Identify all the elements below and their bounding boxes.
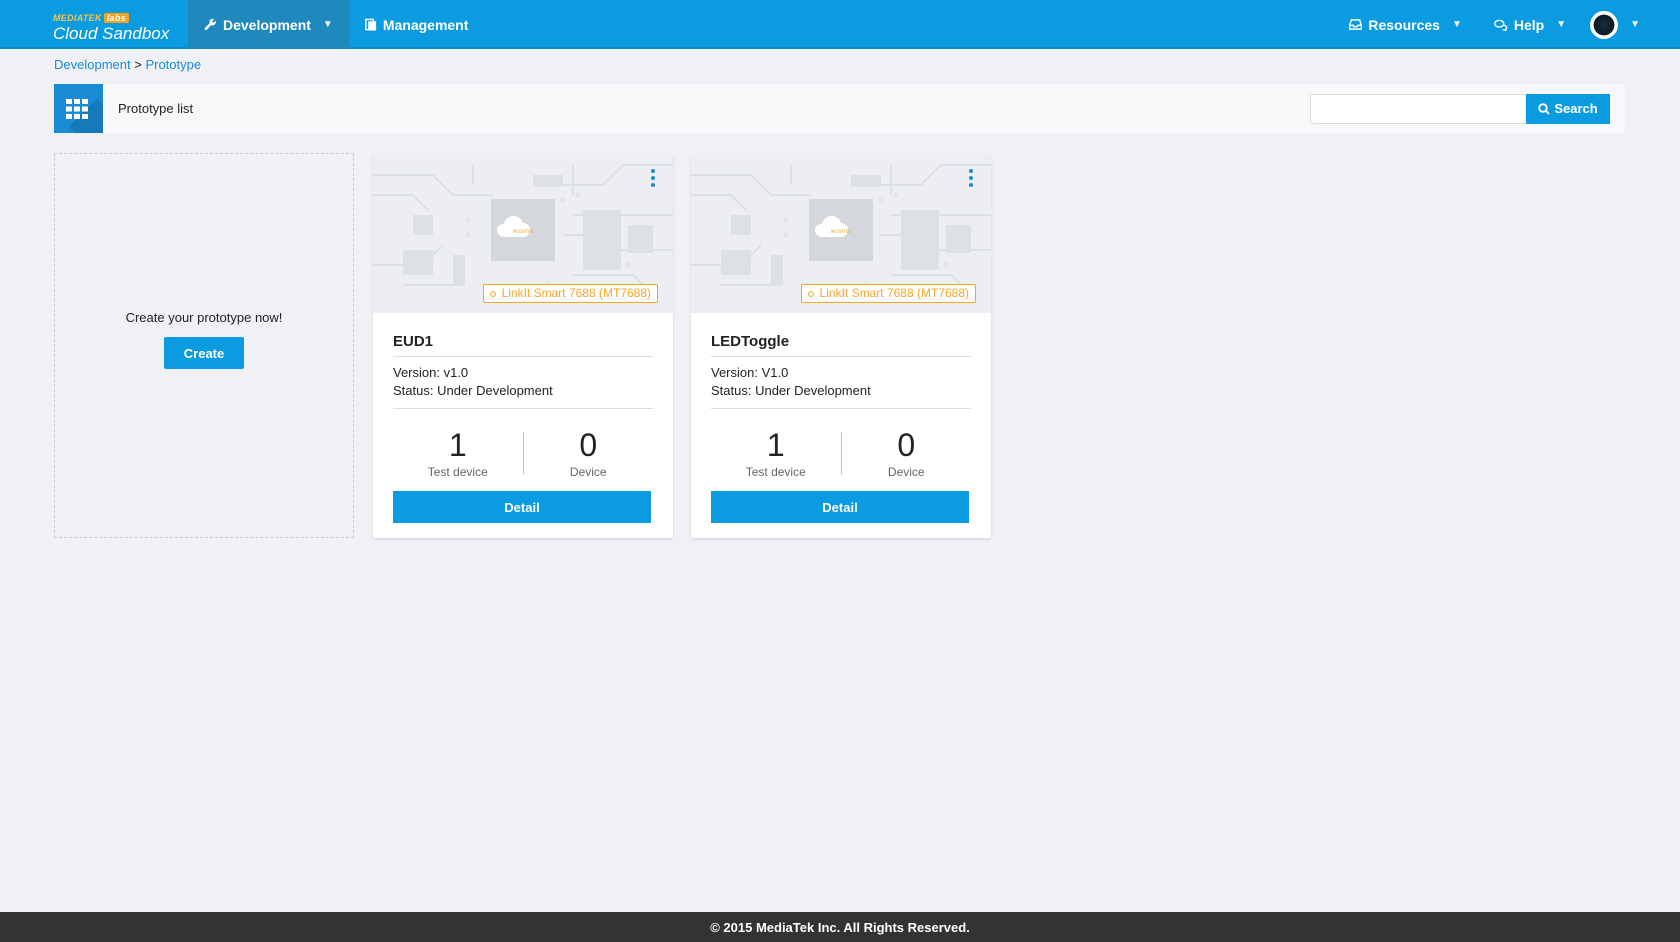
nav-management[interactable]: Management: [349, 0, 485, 49]
breadcrumb: Development > Prototype: [54, 57, 201, 72]
caret-down-icon: ▼: [1630, 19, 1640, 30]
page-title: Prototype list: [118, 101, 194, 116]
nav-resources[interactable]: Resources ▼: [1333, 0, 1478, 49]
prototype-status: Status: Under Development: [393, 383, 553, 398]
detail-button[interactable]: Detail: [393, 491, 651, 523]
clipboard-icon: [365, 18, 376, 31]
device-stat: 0 Device: [524, 427, 654, 479]
card-options-menu[interactable]: [969, 169, 973, 187]
breadcrumb-separator: >: [134, 57, 142, 72]
prototype-list-header: Prototype list Search: [54, 84, 1625, 133]
logo-labs-badge: labs: [103, 12, 129, 23]
breadcrumb-prototype[interactable]: Prototype: [145, 57, 201, 72]
search-button-label: Search: [1554, 101, 1598, 116]
search-icon: [1538, 102, 1551, 115]
top-navbar: MEDIATEK labs Cloud Sandbox Development …: [0, 0, 1680, 49]
test-device-stat: 1 Test device: [711, 427, 841, 479]
search-button[interactable]: Search: [1526, 93, 1610, 124]
caret-down-icon: ▼: [322, 19, 333, 30]
test-device-count: 1: [766, 427, 785, 463]
test-device-stat: 1 Test device: [393, 427, 523, 479]
search-input[interactable]: [1310, 93, 1526, 124]
logo-brand-main: Cloud Sandbox: [53, 24, 170, 43]
user-avatar[interactable]: [1590, 10, 1619, 39]
nav-help-label: Help: [1513, 16, 1545, 33]
device-label: Device: [887, 465, 925, 479]
cloud-sandbox-logo[interactable]: MEDIATEK labs Cloud Sandbox: [0, 0, 188, 49]
inbox-icon: [1349, 19, 1363, 30]
board-type-tag: LinkIt Smart 7688 (MT7688): [482, 284, 658, 303]
caret-down-icon: ▼: [1451, 19, 1462, 30]
prototype-card: MEDIATEK LinkIt Smart 7688 (MT7688) EUD1…: [373, 155, 673, 538]
user-menu[interactable]: ▼: [1582, 0, 1680, 49]
nav-management-label: Management: [382, 16, 469, 33]
card-options-menu[interactable]: [651, 169, 655, 187]
chat-bubbles-icon: [1493, 19, 1508, 31]
grid-icon: [54, 84, 103, 133]
device-count: 0: [579, 427, 598, 463]
board-image: MEDIATEK LinkIt Smart 7688 (MT7688): [691, 155, 991, 313]
board-image: MEDIATEK LinkIt Smart 7688 (MT7688): [373, 155, 673, 313]
nav-development[interactable]: Development ▼: [188, 0, 349, 49]
breadcrumb-development[interactable]: Development: [54, 57, 131, 72]
footer: © 2015 MediaTek Inc. All Rights Reserved…: [0, 912, 1680, 942]
nav-resources-label: Resources: [1368, 16, 1440, 33]
device-label: Device: [569, 465, 607, 479]
copyright-text: © 2015 MediaTek Inc. All Rights Reserved…: [710, 919, 970, 935]
create-button[interactable]: Create: [164, 337, 244, 369]
device-stat: 0 Device: [842, 427, 972, 479]
prototype-name: EUD1: [393, 313, 653, 357]
nav-development-label: Development: [223, 16, 311, 33]
svg-text:MEDIATEK: MEDIATEK: [831, 229, 852, 234]
nav-help[interactable]: Help ▼: [1478, 0, 1582, 49]
prototype-version: Version: V1.0: [711, 365, 789, 380]
logo-brand-top: MEDIATEK: [53, 12, 102, 23]
prototype-status: Status: Under Development: [711, 383, 871, 398]
detail-button[interactable]: Detail: [711, 491, 969, 523]
test-device-label: Test device: [427, 465, 488, 479]
prototype-version: Version: v1.0: [393, 365, 469, 380]
svg-text:MEDIATEK: MEDIATEK: [513, 229, 534, 234]
test-device-count: 1: [448, 427, 467, 463]
prototype-name: LEDToggle: [711, 313, 971, 357]
create-prototype-card: Create your prototype now! Create: [54, 153, 354, 538]
wrench-icon: [204, 18, 216, 31]
test-device-label: Test device: [745, 465, 806, 479]
device-count: 0: [897, 427, 916, 463]
create-message: Create your prototype now!: [125, 310, 283, 325]
board-type-tag: LinkIt Smart 7688 (MT7688): [800, 284, 976, 303]
caret-down-icon: ▼: [1556, 19, 1567, 30]
prototype-card: MEDIATEK LinkIt Smart 7688 (MT7688) LEDT…: [691, 155, 991, 538]
